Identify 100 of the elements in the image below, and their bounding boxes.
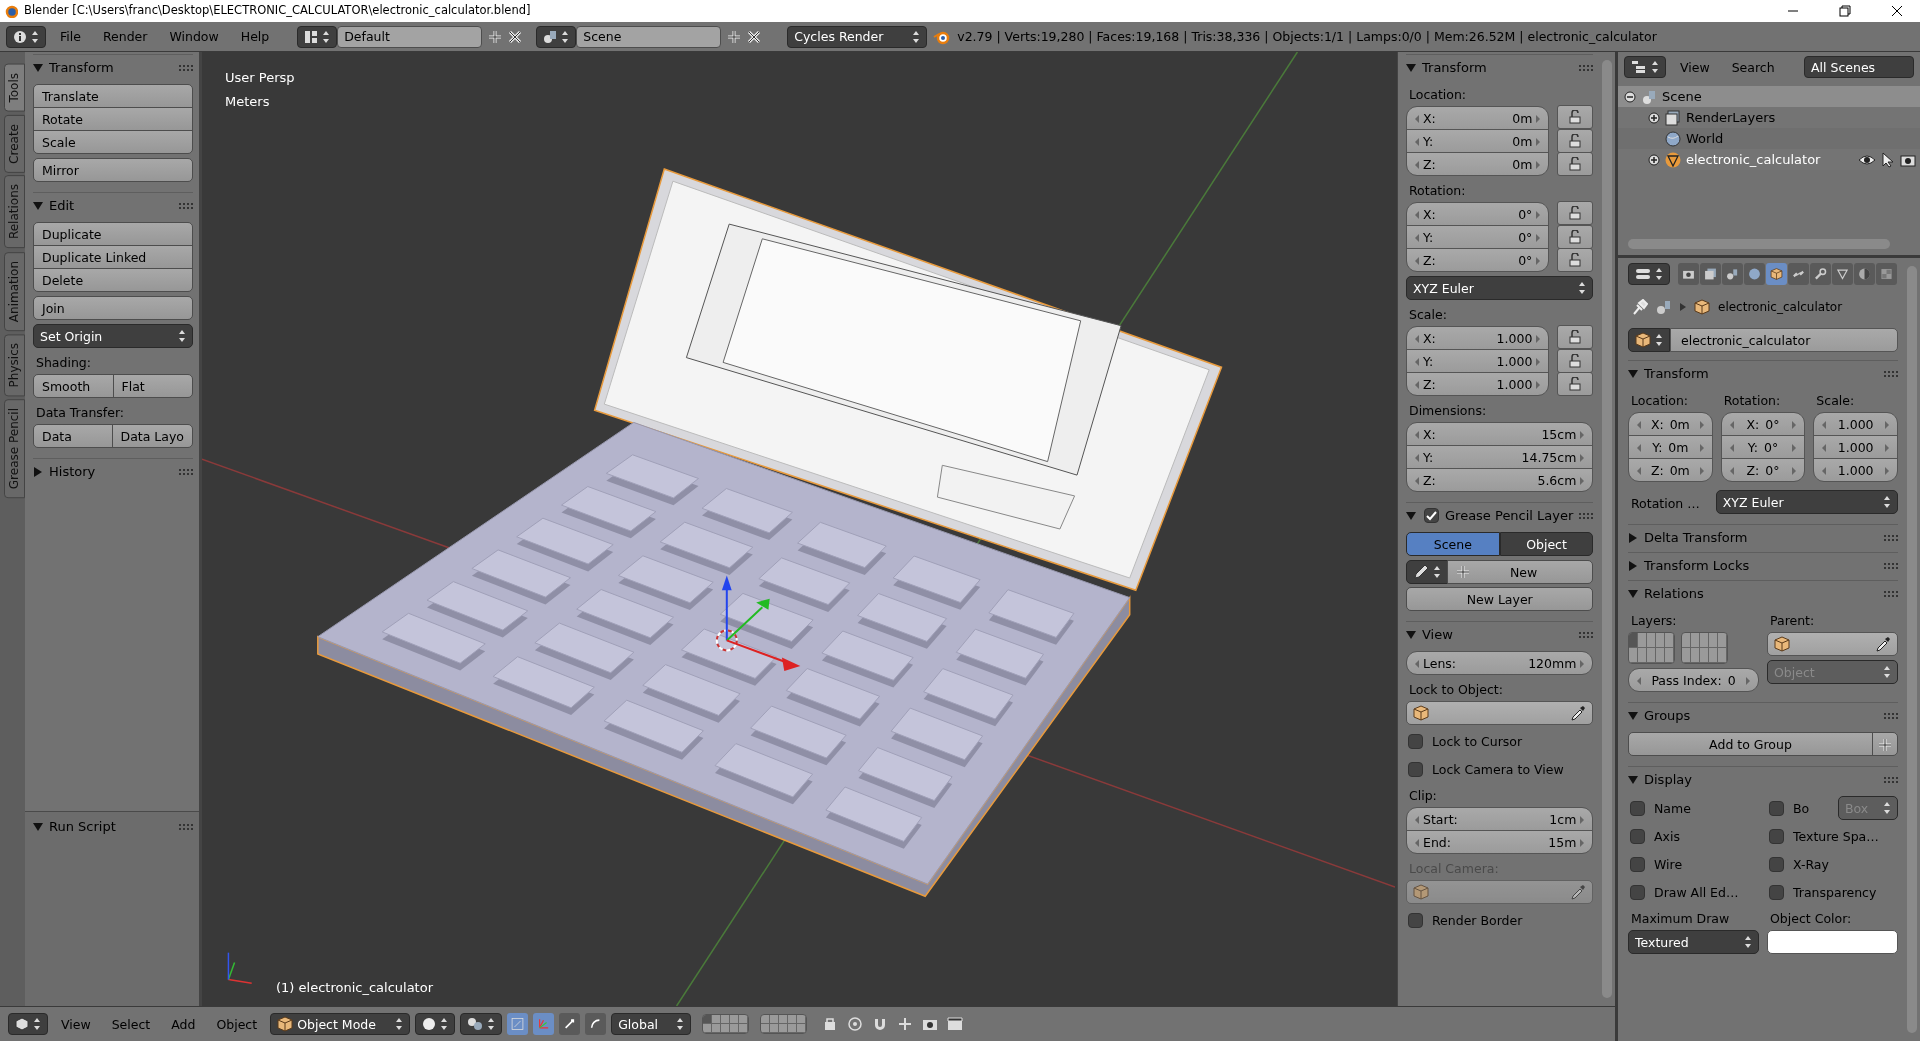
checkbox[interactable]: X-Ray [1767,852,1829,876]
expand-triangle-icon[interactable] [1628,368,1638,379]
expand-plus-icon[interactable] [1648,111,1660,124]
camera-icon[interactable] [1900,152,1916,167]
number-field[interactable]: End: 15m [1406,830,1594,854]
open-padlock-icon[interactable] [1568,330,1583,344]
number-field[interactable]: X: 0° [1406,202,1550,226]
expand-plus-icon[interactable] [1648,153,1660,166]
checkbox[interactable]: Lock to Cursor [1406,729,1523,753]
expand-triangle-icon[interactable] [1628,560,1638,571]
editor-type-button[interactable] [6,25,46,48]
clapperboard-icon[interactable] [947,1016,964,1032]
tool-tab[interactable]: Tools [4,64,25,112]
scene-field[interactable]: Scene [576,25,722,48]
number-field[interactable]: Z: 0m [1406,152,1550,176]
expand-triangle-icon[interactable] [1406,510,1416,521]
cursor-arrow-icon[interactable] [1881,151,1895,168]
tool-button[interactable]: Join [33,296,193,320]
editor-type-button[interactable] [1624,56,1666,78]
tool-button[interactable]: Duplicate Linked [33,245,193,269]
number-field[interactable]: Z: 1.000 [1406,372,1550,396]
expand-triangle-icon[interactable] [1406,629,1416,640]
expand-triangle-icon[interactable] [33,466,43,477]
object-name-field[interactable]: electronic_calculator [1670,328,1898,352]
color-field[interactable] [1767,930,1898,954]
number-field[interactable]: X: 1.000 [1406,326,1550,350]
tool-button[interactable]: Mirror [33,158,193,182]
open-padlock-icon[interactable] [1568,230,1583,244]
toggle-button[interactable]: Scene [1406,532,1500,556]
number-field[interactable]: Pass Index: 0 [1628,668,1759,692]
add-button[interactable] [1872,732,1898,756]
menu-item[interactable]: View [53,1014,99,1034]
toggle-button[interactable]: Object [1499,532,1594,556]
manipulator-toggle-icon[interactable] [507,1013,529,1035]
tool-button[interactable]: Delete [33,268,193,292]
number-field[interactable]: X: 0m [1406,106,1550,130]
add-icon[interactable] [727,29,742,44]
expand-triangle-icon[interactable] [1628,710,1638,721]
spheres-icon[interactable] [1722,263,1743,285]
editor-type-button[interactable] [8,1013,48,1035]
menu-item[interactable]: View [1672,57,1718,77]
expand-triangle-icon[interactable] [1628,774,1638,785]
tool-button[interactable]: Smooth [33,374,114,398]
menu-item[interactable]: Select [103,1014,159,1034]
number-field[interactable]: Z: 0° [1406,248,1550,272]
number-field[interactable]: Z: 0° [1720,458,1806,482]
open-padlock-icon[interactable] [1568,110,1583,124]
collapse-minus-icon[interactable] [1624,90,1636,103]
tool-button[interactable]: Translate [33,84,193,108]
menu-item[interactable]: File [52,27,89,46]
checkbox[interactable] [1424,508,1439,523]
number-field[interactable]: Z: 0m [1628,458,1713,482]
add-to-group-button[interactable]: Add to Group [1628,732,1873,756]
checkbox[interactable]: Transparency [1767,880,1877,904]
tool-button[interactable]: Data Layo [111,424,193,448]
chain-link-icon[interactable] [1788,263,1809,285]
camera-icon[interactable] [1678,263,1699,285]
expand-triangle-icon[interactable] [1406,62,1416,73]
pivot-dropdown[interactable] [460,1013,503,1035]
number-field[interactable]: 1.000 [1813,435,1898,459]
tool-button[interactable]: Scale [33,130,193,154]
number-field[interactable]: 1.000 [1813,412,1898,436]
object-field[interactable] [1406,701,1594,725]
transform-gizmo[interactable] [721,575,801,671]
triangle-vertices-icon[interactable] [1832,263,1853,285]
open-padlock-icon[interactable] [1568,206,1583,220]
number-field[interactable]: X: 0° [1720,412,1806,436]
open-padlock-icon[interactable] [1568,157,1583,171]
tool-button[interactable]: Data [33,424,113,448]
checkbox[interactable]: Texture Spa… [1767,824,1879,848]
scene-browse-button[interactable] [536,25,577,48]
number-field[interactable]: Z: 5.6cm [1406,468,1594,492]
open-padlock-icon[interactable] [1568,377,1583,391]
checker-icon[interactable] [1876,263,1897,285]
number-field[interactable]: Lens: 120mm [1406,651,1594,675]
editor-type-button[interactable] [1628,263,1670,285]
eyedropper-icon[interactable] [1875,636,1891,652]
pin-icon[interactable] [1632,299,1648,315]
menu-item[interactable]: Render [94,27,156,46]
filter-dropdown[interactable]: All Scenes [1804,56,1914,78]
number-field[interactable]: Y: 1.000 [1406,349,1550,373]
scrollbar[interactable] [1602,60,1612,998]
checkbox[interactable]: Draw All Ed… [1628,880,1739,904]
open-padlock-icon[interactable] [1568,354,1583,368]
menu-item[interactable]: Help [232,27,278,46]
expand-triangle-icon[interactable] [33,822,43,832]
cube-icon[interactable] [1766,263,1787,285]
expand-triangle-icon[interactable] [1628,588,1638,599]
menu-item[interactable]: Search [1723,57,1783,77]
screen-layout-field[interactable]: Default [337,25,483,48]
open-padlock-icon[interactable] [1568,134,1583,148]
number-field[interactable]: X: 15cm [1406,422,1594,446]
datablock-browse-button[interactable] [1628,328,1670,352]
expand-triangle-icon[interactable] [33,200,43,211]
dropdown[interactable]: XYZ Euler [1406,276,1594,300]
number-field[interactable]: Start: 1cm [1406,807,1594,831]
checkbox[interactable]: Lock Camera to View [1406,757,1564,781]
delete-icon[interactable] [508,29,523,44]
tool-button[interactable]: Flat [112,374,193,398]
dropdown[interactable]: Textured [1628,930,1759,954]
